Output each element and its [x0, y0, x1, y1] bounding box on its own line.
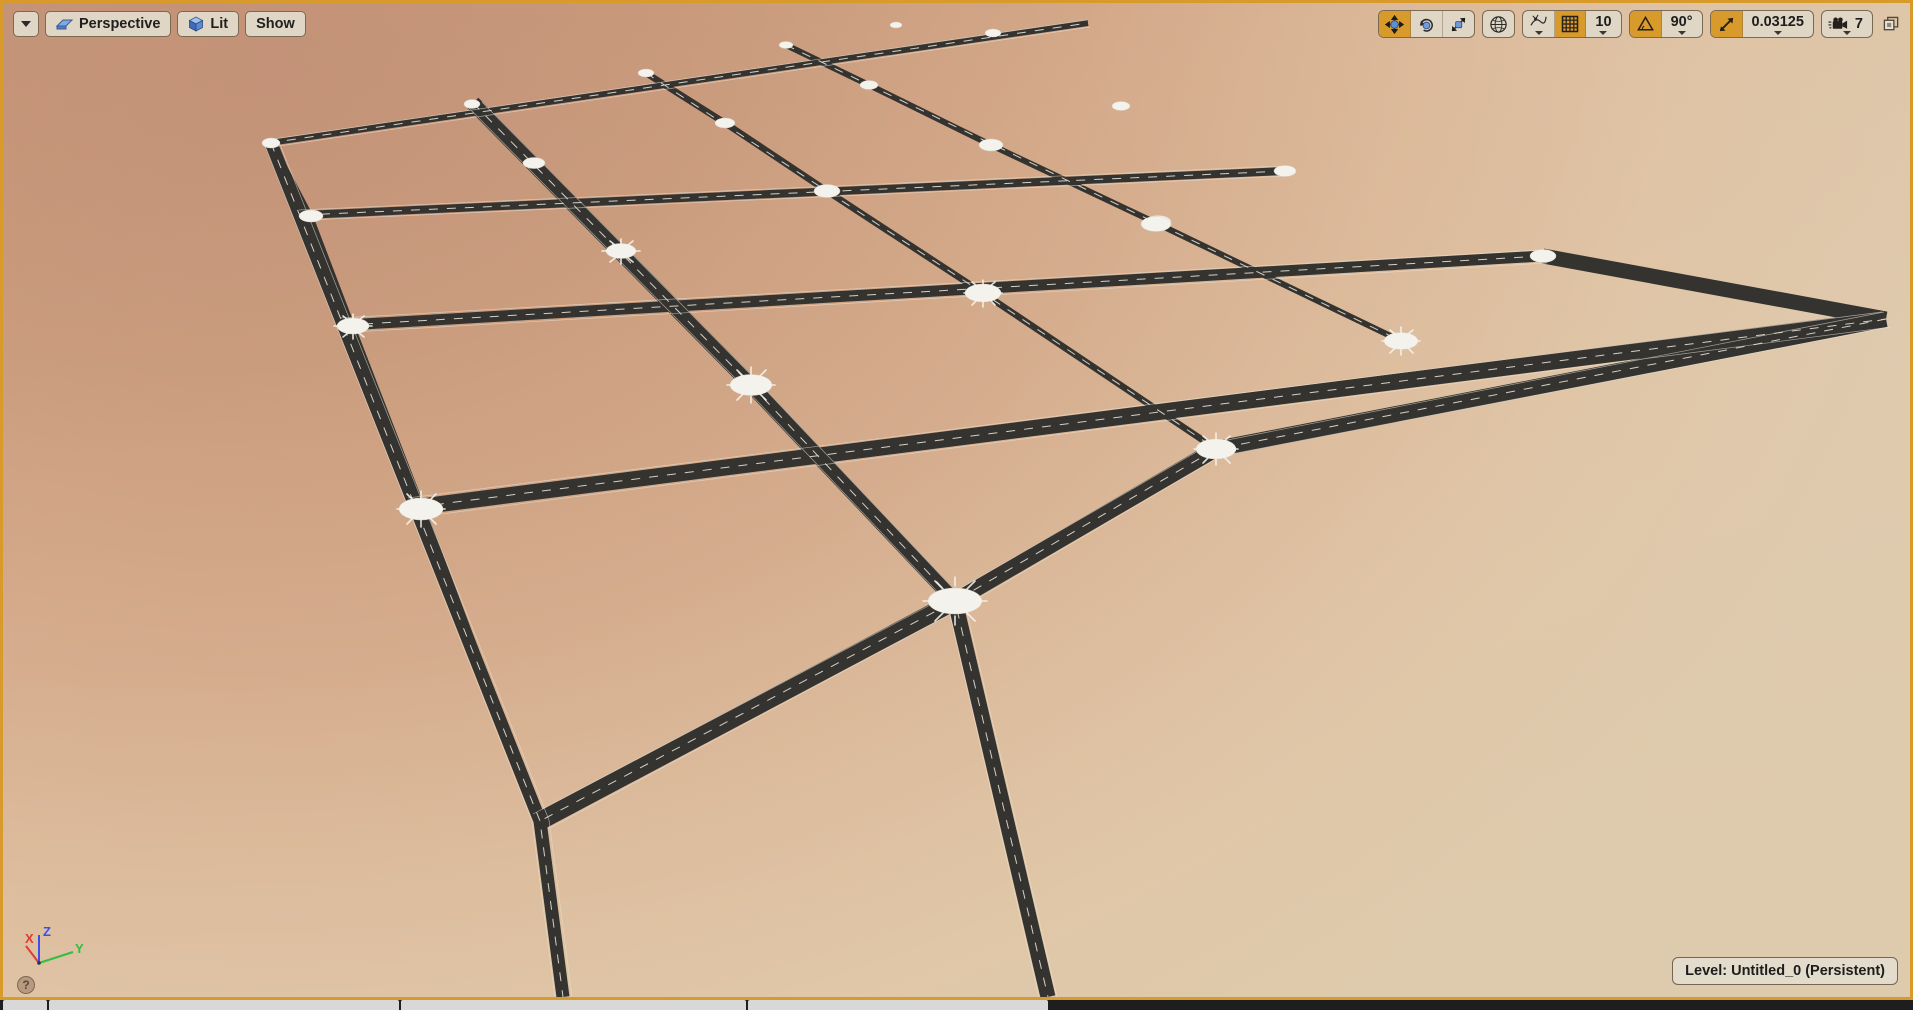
surface-snap-caret-icon[interactable]: [1534, 31, 1543, 35]
transform-tools-group: [1378, 10, 1476, 38]
rotate-tool-button[interactable]: [1411, 11, 1444, 37]
scale-tool-button[interactable]: [1443, 11, 1474, 37]
scale-snap-icon: [1719, 17, 1733, 31]
camera-perspective-icon: [56, 19, 73, 29]
camera-speed-value-label: 7: [1854, 16, 1863, 32]
rotate-gizmo-icon: [1420, 18, 1434, 32]
taskbar-spacer: [1050, 1000, 1910, 1010]
axis-label-z: Z: [43, 924, 51, 939]
grid-snap-toggle[interactable]: [1555, 11, 1587, 37]
view-mode-label: Lit: [210, 16, 229, 32]
camera-mode-label: Perspective: [79, 16, 161, 32]
camera-speed-group: 7: [1820, 10, 1873, 38]
show-menu-label: Show: [256, 16, 295, 32]
scale-snap-caret-icon[interactable]: [1773, 31, 1782, 35]
viewport-toolbar-right: 10 90° 0.03125 7: [1378, 10, 1902, 38]
rotation-snap-group: 90°: [1628, 10, 1703, 38]
show-menu-button[interactable]: Show: [245, 11, 306, 37]
maximize-viewport-icon: [1883, 16, 1898, 30]
grid-snap-value-label: 10: [1595, 13, 1612, 30]
current-level-label: Level: Untitled_0 (Persistent): [1685, 963, 1885, 979]
rotation-snap-toggle[interactable]: [1629, 11, 1662, 37]
road-network-3d: [3, 3, 1910, 997]
view-mode-button[interactable]: Lit: [177, 11, 240, 37]
snapping-group: 10: [1522, 10, 1622, 38]
select-move-tool-button[interactable]: [1379, 11, 1412, 37]
grid-snap-icon: [1562, 15, 1579, 33]
camera-speed-caret-icon[interactable]: [1842, 31, 1851, 35]
current-level-indicator[interactable]: Level: Untitled_0 (Persistent): [1672, 957, 1898, 985]
axis-orientation-gizmo: X Z Y: [17, 921, 91, 977]
os-taskbar-sliver: [0, 1000, 1913, 1010]
scale-snap-toggle[interactable]: [1710, 11, 1743, 37]
taskbar-item[interactable]: [748, 1000, 1048, 1010]
scale-snap-value-label: 0.03125: [1751, 13, 1804, 30]
surface-snap-button[interactable]: [1523, 11, 1556, 37]
lane-markings: [268, 22, 1887, 997]
rotation-snap-value[interactable]: 90°: [1662, 11, 1702, 37]
taskbar-item[interactable]: [3, 1000, 47, 1010]
rotation-snap-caret-icon[interactable]: [1677, 31, 1686, 35]
lit-cube-icon: [189, 16, 204, 32]
road-network-svg: [261, 19, 1892, 997]
viewport-toolbar-left: Perspective Lit Show: [13, 11, 306, 37]
camera-mode-button[interactable]: Perspective: [45, 11, 172, 37]
scale-gizmo-icon: [1452, 17, 1466, 31]
angle-snap-icon: [1636, 15, 1654, 31]
taskbar-item[interactable]: [401, 1000, 746, 1010]
chevron-down-icon: [21, 21, 31, 27]
rotation-snap-value-label: 90°: [1670, 13, 1693, 30]
surface-snap-icon: [1530, 14, 1548, 26]
road-edge-lines: [263, 19, 1892, 997]
main-arterial-roads: [264, 97, 1888, 997]
viewport-options-menu-button[interactable]: [13, 11, 39, 37]
help-circle-icon[interactable]: ?: [17, 976, 35, 994]
coordinate-system-group: [1482, 10, 1516, 38]
scale-snap-group: 0.03125: [1709, 10, 1814, 38]
camera-speed-icon: [1828, 17, 1848, 29]
axis-gizmo-icon: X Z Y: [25, 924, 84, 965]
camera-speed-button[interactable]: 7: [1822, 11, 1872, 37]
maximize-viewport-button[interactable]: [1880, 13, 1902, 35]
globe-world-icon: [1490, 15, 1508, 33]
move-gizmo-icon: [1385, 14, 1405, 34]
taskbar-item[interactable]: [49, 1000, 399, 1010]
application-root: Perspective Lit Show 10 90° 0.03125 7 X …: [0, 0, 1913, 1010]
axis-label-x: X: [25, 931, 34, 946]
coordinate-system-button[interactable]: [1483, 11, 1514, 37]
axis-label-y: Y: [75, 941, 84, 956]
level-viewport[interactable]: Perspective Lit Show 10 90° 0.03125 7 X …: [0, 0, 1913, 1000]
scale-snap-value[interactable]: 0.03125: [1743, 11, 1813, 37]
grid-snap-caret-icon[interactable]: [1599, 31, 1608, 35]
grid-snap-value[interactable]: 10: [1586, 11, 1620, 37]
